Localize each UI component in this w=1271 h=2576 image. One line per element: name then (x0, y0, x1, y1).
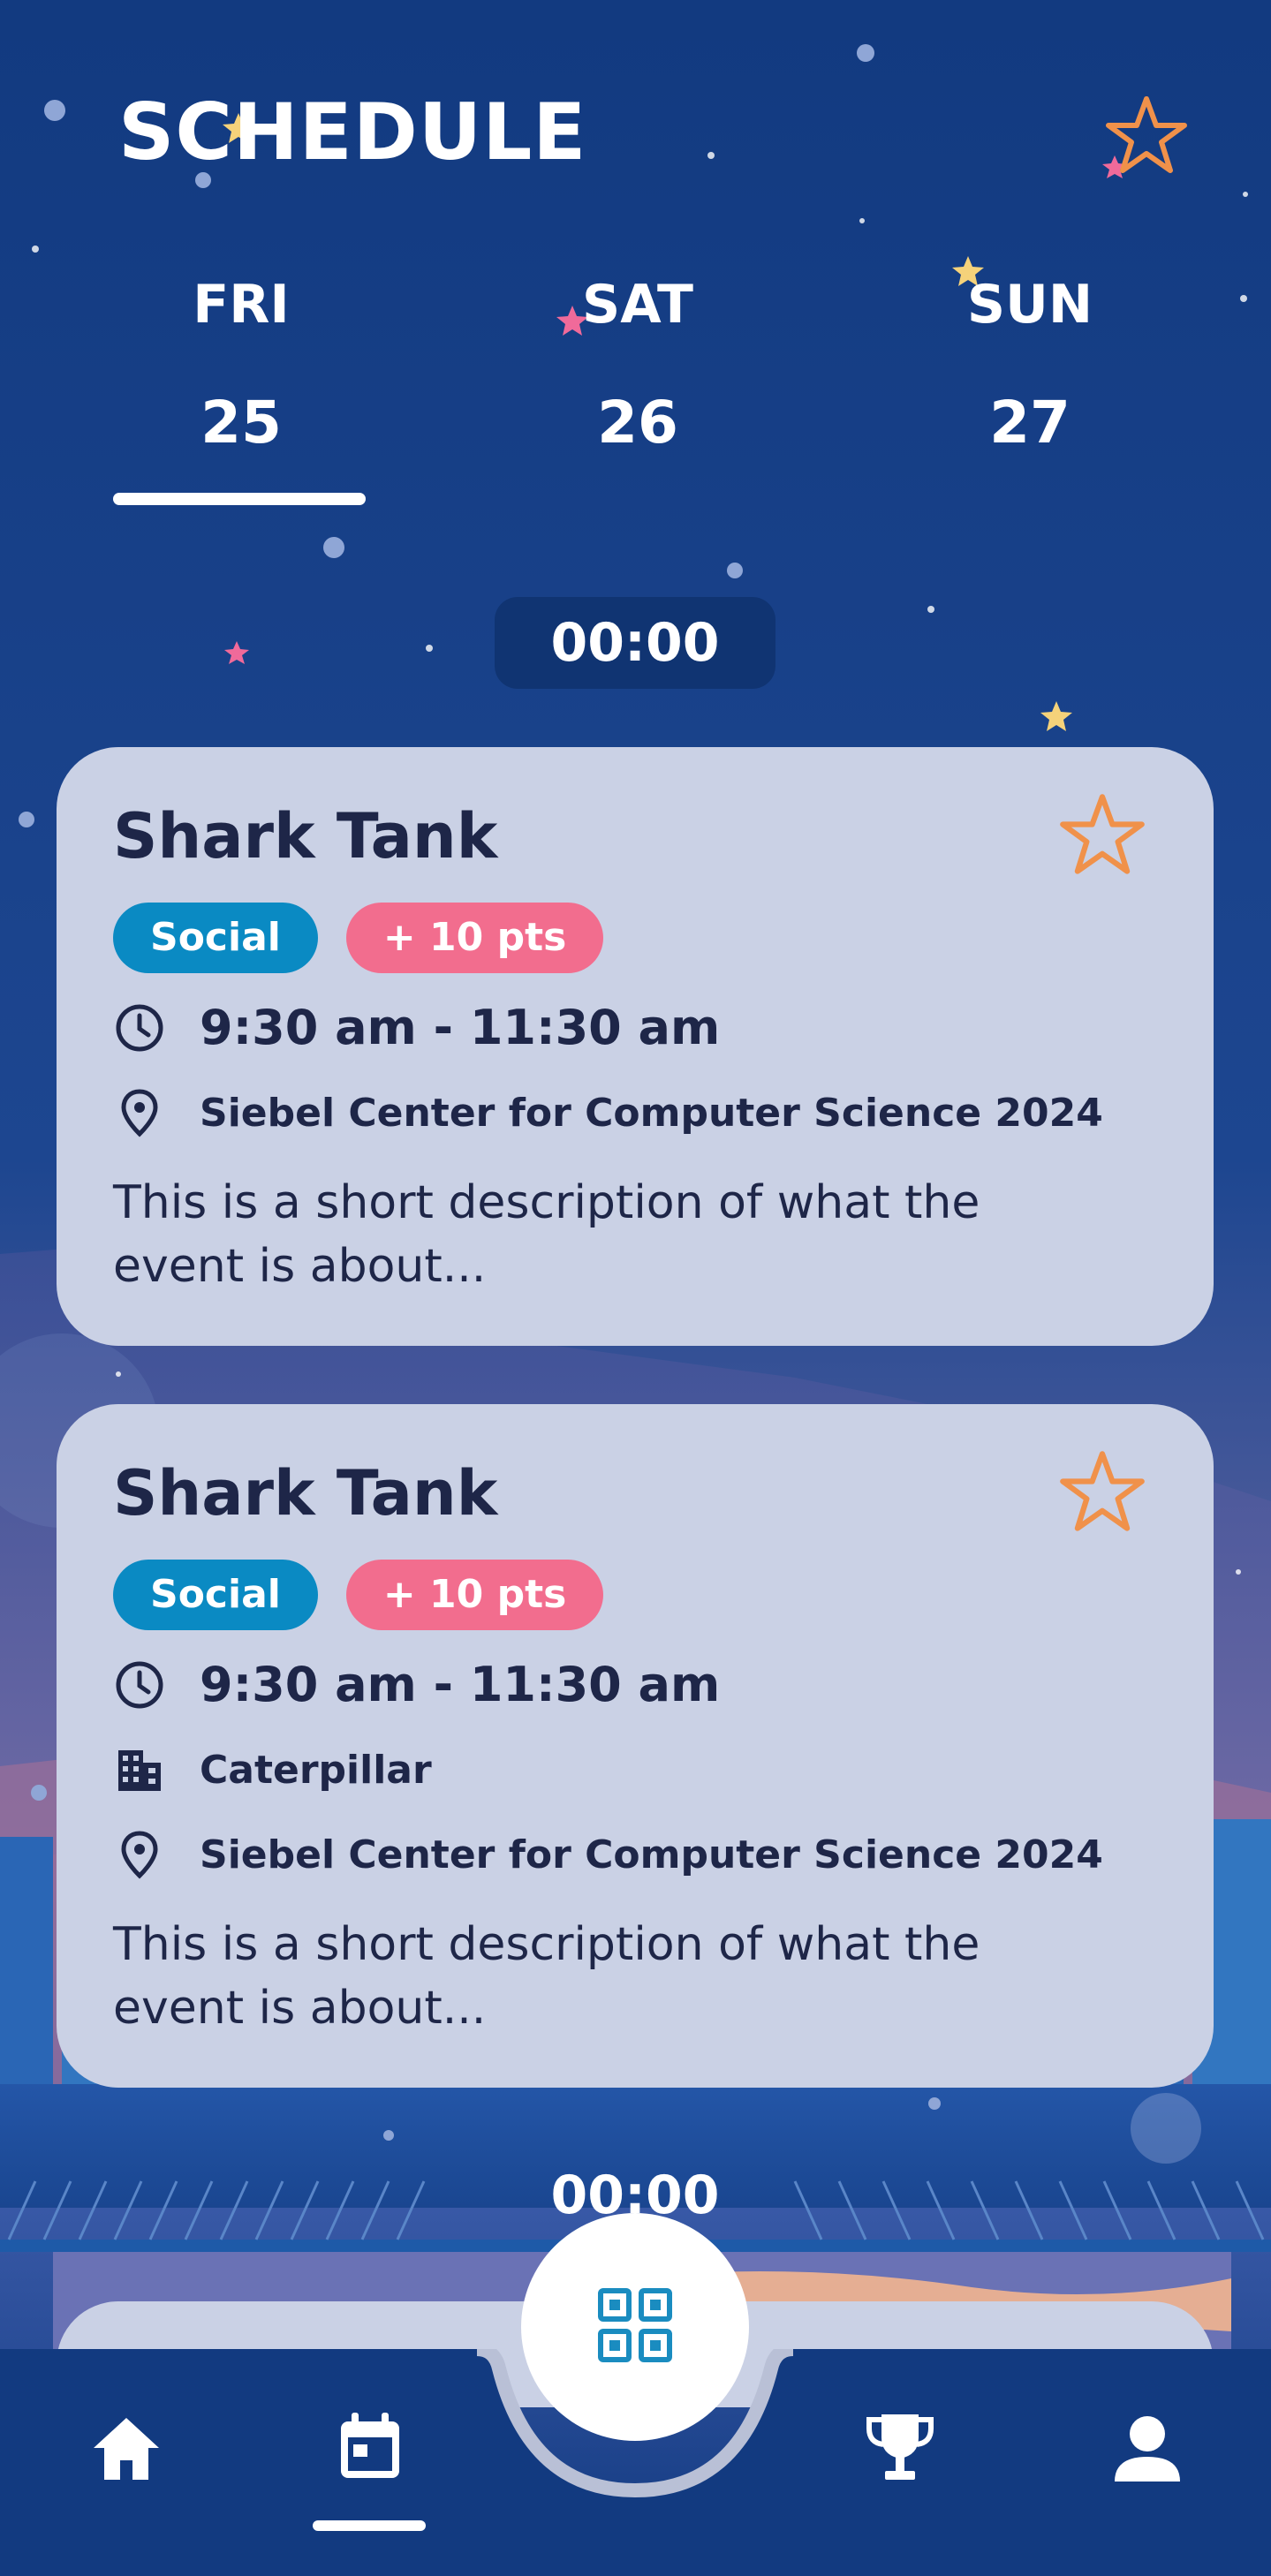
clock-icon (113, 1001, 166, 1054)
event-location: Siebel Center for Computer Science 2024 (200, 1090, 1103, 1136)
tab-day-label: FRI (193, 274, 290, 336)
nav-trophy-icon[interactable] (860, 2407, 940, 2487)
tab-day-date: 25 (200, 389, 282, 457)
clock-icon (113, 1658, 166, 1711)
nav-calendar-icon[interactable] (330, 2407, 410, 2487)
location-pin-icon (113, 1828, 166, 1881)
event-description-line: This is a short description of what the (113, 1918, 980, 1971)
points-badge: + 10 pts (345, 1560, 604, 1630)
favorite-star-icon[interactable] (1056, 789, 1148, 881)
event-description-line: event is about... (113, 1240, 487, 1293)
tab-day-fri[interactable]: FRI 25 (109, 274, 374, 457)
qr-code-icon (595, 2285, 675, 2368)
tab-day-date: 27 (989, 389, 1071, 457)
event-time: 9:30 am - 11:30 am (200, 1657, 721, 1712)
category-badge: Social (113, 903, 318, 973)
event-title: Shark Tank (113, 1457, 498, 1530)
tab-day-label: SAT (582, 274, 693, 336)
event-card[interactable]: Shark Tank Social + 10 pts 9:30 am - 11:… (57, 747, 1214, 1346)
page-title: SCHEDULE (118, 87, 587, 178)
tab-day-label: SUN (966, 274, 1093, 336)
event-description-line: event is about... (113, 1982, 487, 2035)
event-sponsor: Caterpillar (200, 1747, 432, 1793)
event-title: Shark Tank (113, 800, 498, 873)
event-description-line: This is a short description of what the (113, 1176, 980, 1229)
favorites-star-icon[interactable] (1102, 92, 1191, 180)
event-card[interactable]: Shark Tank Social + 10 pts 9:30 am - 11:… (57, 1404, 1214, 2088)
tab-day-sat[interactable]: SAT 26 (505, 274, 770, 457)
event-time: 9:30 am - 11:30 am (200, 1000, 721, 1055)
building-icon (113, 1743, 166, 1796)
nav-profile-icon[interactable] (1108, 2409, 1187, 2489)
location-pin-icon (113, 1086, 166, 1139)
nav-home-icon[interactable] (87, 2409, 166, 2489)
points-badge: + 10 pts (345, 903, 604, 973)
favorite-star-icon[interactable] (1056, 1447, 1148, 1538)
time-group-header: 00:00 (495, 597, 775, 689)
qr-code-scanner-button[interactable] (521, 2213, 749, 2441)
tab-day-date: 26 (597, 389, 678, 457)
tab-day-sun[interactable]: SUN 27 (897, 274, 1162, 457)
nav-active-indicator (313, 2520, 426, 2531)
category-badge: Social (113, 1560, 318, 1630)
selected-tab-indicator (113, 493, 366, 505)
event-location: Siebel Center for Computer Science 2024 (200, 1832, 1103, 1877)
